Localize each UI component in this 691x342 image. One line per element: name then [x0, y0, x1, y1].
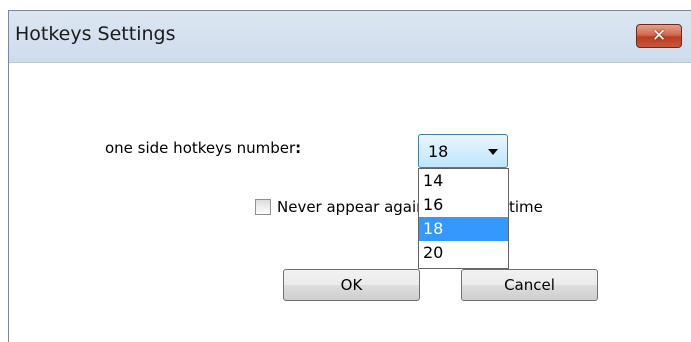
dropdown-option-18[interactable]: 18 [419, 217, 508, 241]
hotkeys-number-label: one side hotkeys number: [105, 139, 301, 157]
combobox-selected-value: 18 [428, 142, 449, 161]
dropdown-option-14[interactable]: 14 [419, 169, 508, 193]
hotkeys-settings-dialog: Hotkeys Settings ✕ one side hotkeys numb… [8, 10, 691, 342]
label-colon: : [295, 139, 302, 157]
close-button[interactable]: ✕ [636, 24, 682, 48]
hotkeys-number-combobox[interactable]: 18 [418, 134, 508, 168]
chevron-down-icon[interactable] [488, 149, 498, 155]
window-title: Hotkeys Settings [15, 23, 176, 45]
never-appear-checkbox[interactable] [255, 199, 271, 215]
title-bar: Hotkeys Settings ✕ [9, 11, 691, 63]
close-icon: ✕ [651, 26, 667, 46]
cancel-button[interactable]: Cancel [461, 269, 598, 301]
hotkeys-number-label-text: one side hotkeys number [105, 139, 296, 157]
dropdown-option-16[interactable]: 16 [419, 193, 508, 217]
ok-button[interactable]: OK [283, 269, 420, 301]
dropdown-option-20[interactable]: 20 [419, 241, 508, 265]
hotkeys-number-dropdown-list: 14 16 18 20 [418, 168, 509, 269]
